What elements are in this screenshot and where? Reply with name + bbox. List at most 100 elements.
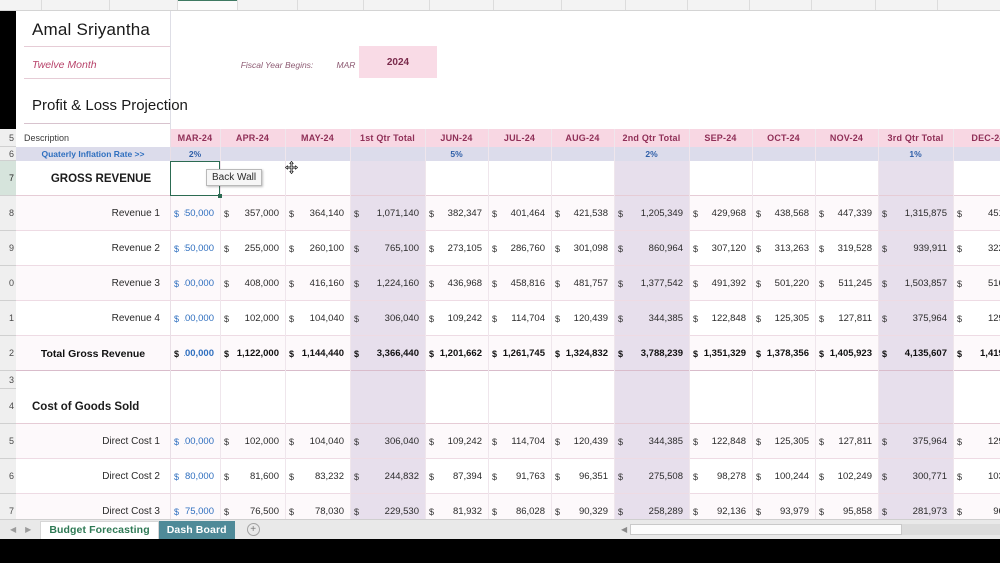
add-sheet-button[interactable]: + xyxy=(246,523,260,536)
row-number-0[interactable]: 0 xyxy=(0,266,16,301)
scrollbar-thumb[interactable] xyxy=(630,523,903,535)
cell-value-1-0-7[interactable]: 344,385 xyxy=(628,424,689,459)
cell-value-1-2-6[interactable]: 90,329 xyxy=(565,494,614,519)
cell-value-0-2-9[interactable]: 501,220 xyxy=(766,266,815,301)
column-header-may-24[interactable]: MAY-24 xyxy=(285,129,350,147)
cell-value-0-4-1[interactable]: 1,122,000 xyxy=(234,336,285,371)
cell-value-1-1-10[interactable]: 102,249 xyxy=(829,459,878,494)
column-header-2nd-qtr-total[interactable]: 2nd Qtr Total xyxy=(614,129,689,147)
sheet-nav-next-icon[interactable]: ▶ xyxy=(25,525,31,534)
cell-value-0-4-3[interactable]: 3,366,440 xyxy=(364,336,425,371)
column-header-1st-qtr-total[interactable]: 1st Qtr Total xyxy=(350,129,425,147)
row-number-9[interactable]: 9 xyxy=(0,231,16,266)
cell-value-0-0-9[interactable]: 438,568 xyxy=(766,196,815,231)
cell-value-1-2-2[interactable]: 78,030 xyxy=(299,494,350,519)
scroll-left-icon[interactable]: ◀ xyxy=(618,525,630,534)
cell-value-1-0-4[interactable]: 109,242 xyxy=(439,424,488,459)
inflation-rate-11[interactable]: 1% xyxy=(878,147,953,161)
cell-value-0-0-10[interactable]: 447,339 xyxy=(829,196,878,231)
cell-value-0-4-8[interactable]: 1,351,329 xyxy=(703,336,752,371)
cell-value-1-0-0[interactable]: 100,000 xyxy=(184,424,220,459)
cell-value-0-1-8[interactable]: 307,120 xyxy=(703,231,752,266)
cell-value-0-4-10[interactable]: 1,405,923 xyxy=(829,336,878,371)
column-header-oct-24[interactable]: OCT-24 xyxy=(752,129,815,147)
cell-value-0-1-7[interactable]: 860,964 xyxy=(628,231,689,266)
ribbon-tab-8[interactable] xyxy=(494,0,562,10)
cell-value-1-2-3[interactable]: 229,530 xyxy=(364,494,425,519)
cell-value-1-0-8[interactable]: 122,848 xyxy=(703,424,752,459)
column-header-sep-24[interactable]: SEP-24 xyxy=(689,129,752,147)
cell-value-0-3-11[interactable]: 375,964 xyxy=(892,301,953,336)
cell-value-0-1-5[interactable]: 286,760 xyxy=(502,231,551,266)
column-header-3rd-qtr-total[interactable]: 3rd Qtr Total xyxy=(878,129,953,147)
cell-value-1-0-9[interactable]: 125,305 xyxy=(766,424,815,459)
cell-value-1-2-10[interactable]: 95,858 xyxy=(829,494,878,519)
cell-value-0-0-0[interactable]: 350,000 xyxy=(184,196,220,231)
cell-value-1-2-4[interactable]: 81,932 xyxy=(439,494,488,519)
cell-value-0-3-10[interactable]: 127,811 xyxy=(829,301,878,336)
ribbon-tab-9[interactable] xyxy=(562,0,626,10)
cell-value-0-4-11[interactable]: 4,135,607 xyxy=(892,336,953,371)
cell-value-0-3-8[interactable]: 122,848 xyxy=(703,301,752,336)
cell-value-1-0-1[interactable]: 102,000 xyxy=(234,424,285,459)
cell-value-0-2-1[interactable]: 408,000 xyxy=(234,266,285,301)
cell-value-0-4-4[interactable]: 1,201,662 xyxy=(439,336,488,371)
cell-value-0-3-12[interactable]: 129,08 xyxy=(967,301,1000,336)
cell-value-0-3-0[interactable]: 100,000 xyxy=(184,301,220,336)
column-header-mar-24[interactable]: MAR-24 xyxy=(170,129,220,147)
row-number-8[interactable]: 8 xyxy=(0,196,16,231)
cell-value-1-2-5[interactable]: 86,028 xyxy=(502,494,551,519)
cell-value-0-4-5[interactable]: 1,261,745 xyxy=(502,336,551,371)
row-number-6[interactable]: 6 xyxy=(0,459,16,494)
cell-value-1-2-7[interactable]: 258,289 xyxy=(628,494,689,519)
ribbon-tab-10[interactable] xyxy=(626,0,688,10)
cell-value-0-2-4[interactable]: 436,968 xyxy=(439,266,488,301)
cell-value-0-0-11[interactable]: 1,315,875 xyxy=(892,196,953,231)
cell-value-1-2-1[interactable]: 76,500 xyxy=(234,494,285,519)
scrollbar-track[interactable] xyxy=(630,523,1000,535)
column-header-apr-24[interactable]: APR-24 xyxy=(220,129,285,147)
cell-value-0-2-3[interactable]: 1,224,160 xyxy=(364,266,425,301)
cell-value-1-0-5[interactable]: 114,704 xyxy=(502,424,551,459)
cell-value-0-3-2[interactable]: 104,040 xyxy=(299,301,350,336)
row-number-7[interactable]: 7 xyxy=(0,161,16,196)
cell-value-0-4-6[interactable]: 1,324,832 xyxy=(565,336,614,371)
cell-value-1-1-1[interactable]: 81,600 xyxy=(234,459,285,494)
cell-value-1-1-5[interactable]: 91,763 xyxy=(502,459,551,494)
sheet-nav-prev-icon[interactable]: ◀ xyxy=(10,525,16,534)
cell-value-1-1-12[interactable]: 103,27 xyxy=(967,459,1000,494)
row-header-gutter[interactable]: 567890123456789 xyxy=(0,11,16,519)
cell-value-0-1-6[interactable]: 301,098 xyxy=(565,231,614,266)
cell-value-0-3-1[interactable]: 102,000 xyxy=(234,301,285,336)
row-number-3[interactable]: 3 xyxy=(0,371,16,389)
cell-value-0-2-12[interactable]: 516,35 xyxy=(967,266,1000,301)
cell-value-1-1-7[interactable]: 275,508 xyxy=(628,459,689,494)
cell-value-0-3-7[interactable]: 344,385 xyxy=(628,301,689,336)
cell-value-1-1-9[interactable]: 100,244 xyxy=(766,459,815,494)
horizontal-scrollbar[interactable]: ◀ xyxy=(618,521,1000,537)
row-number-7[interactable]: 7 xyxy=(0,494,16,519)
cell-value-1-2-9[interactable]: 93,979 xyxy=(766,494,815,519)
cell-value-1-0-2[interactable]: 104,040 xyxy=(299,424,350,459)
cell-value-0-4-9[interactable]: 1,378,356 xyxy=(766,336,815,371)
sheet-tab-budget-forecasting[interactable]: Budget Forecasting xyxy=(40,520,159,539)
cell-value-0-3-4[interactable]: 109,242 xyxy=(439,301,488,336)
cell-value-0-2-7[interactable]: 1,377,542 xyxy=(628,266,689,301)
row-number-1[interactable]: 1 xyxy=(0,301,16,336)
cell-value-0-0-6[interactable]: 421,538 xyxy=(565,196,614,231)
cell-value-1-1-11[interactable]: 300,771 xyxy=(892,459,953,494)
ribbon-tab-2[interactable] xyxy=(110,0,178,10)
column-header-dec-24[interactable]: DEC-24 xyxy=(953,129,1000,147)
cell-value-0-2-0[interactable]: 400,000 xyxy=(184,266,220,301)
cell-value-0-1-0[interactable]: 250,000 xyxy=(184,231,220,266)
cell-value-0-2-6[interactable]: 481,757 xyxy=(565,266,614,301)
sheet-nav-arrows[interactable]: ◀ ▶ xyxy=(0,525,40,534)
ribbon-tab-6[interactable] xyxy=(364,0,430,10)
ribbon-tab-1[interactable] xyxy=(42,0,110,10)
cell-value-0-3-3[interactable]: 306,040 xyxy=(364,301,425,336)
row-number-5[interactable]: 5 xyxy=(0,129,16,147)
cell-value-1-2-0[interactable]: 75,000 xyxy=(184,494,220,519)
cell-value-0-4-2[interactable]: 1,144,440 xyxy=(299,336,350,371)
column-header-jun-24[interactable]: JUN-24 xyxy=(425,129,488,147)
cell-value-1-2-11[interactable]: 281,973 xyxy=(892,494,953,519)
